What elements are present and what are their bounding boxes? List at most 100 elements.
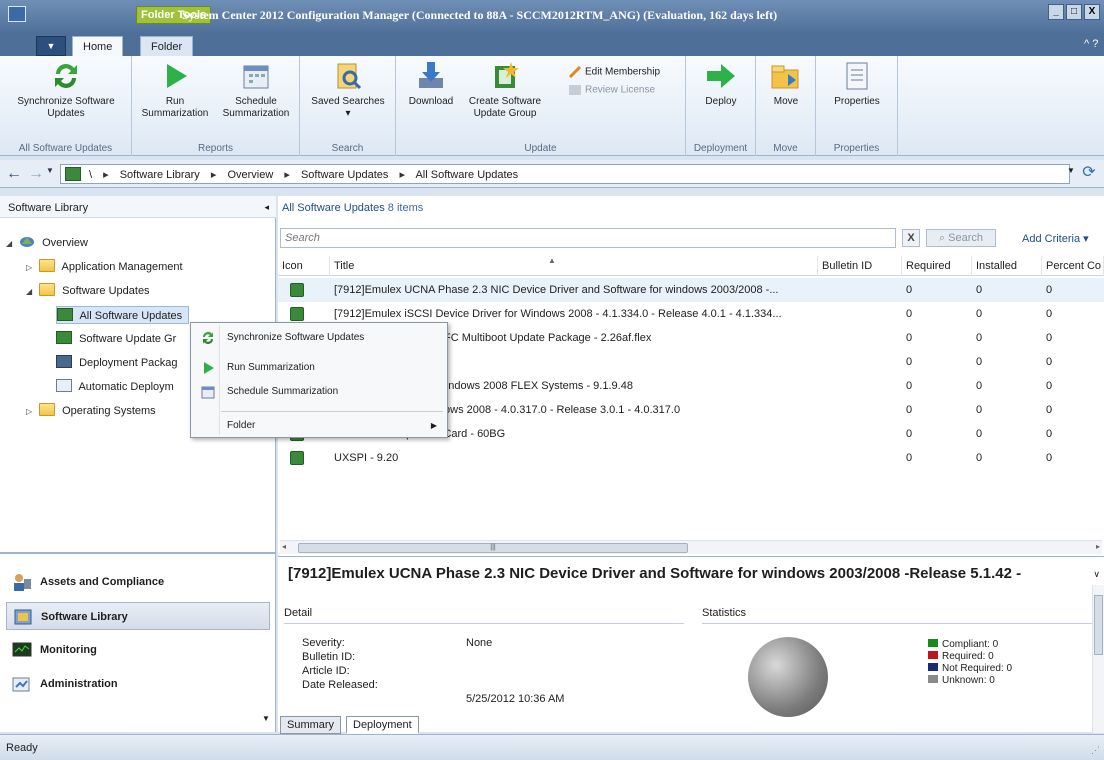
workspace-splitter[interactable]	[0, 552, 276, 554]
search-input[interactable]	[280, 228, 896, 248]
sort-ascending-icon: ▲	[548, 256, 556, 265]
minimize-button[interactable]: _	[1048, 4, 1064, 20]
license-icon	[569, 85, 581, 95]
deploy-button[interactable]: Deploy	[692, 60, 750, 108]
tree-node-application-management[interactable]: ▷ Application Management	[26, 258, 183, 276]
bulletin-id-cell	[818, 326, 902, 350]
scroll-right-icon[interactable]: ▸	[1096, 542, 1100, 551]
scrollbar-thumb[interactable]: |||	[298, 543, 688, 553]
edit-membership-button[interactable]: Edit Membership	[568, 66, 660, 78]
group-label: All Software Updates	[18, 143, 113, 154]
tab-summary[interactable]: Summary	[280, 716, 342, 734]
collapse-pane-icon[interactable]: ◂	[264, 202, 269, 213]
tree-node-software-update-groups[interactable]: Software Update Gr	[56, 330, 176, 348]
table-row[interactable]: [7912]Emulex UCNA Phase 2.3 NIC Device D…	[278, 278, 1104, 302]
breadcrumb-separator-icon[interactable]: ▸	[399, 169, 405, 181]
required-cell: 0	[906, 356, 913, 368]
app-icon[interactable]	[8, 6, 26, 22]
column-header-required[interactable]: Required	[902, 256, 972, 276]
schedule-summarization-button[interactable]: Schedule Summarization	[216, 60, 296, 120]
history-dropdown-icon[interactable]: ▼	[46, 166, 54, 175]
expanded-triangle-icon[interactable]: ◢	[26, 283, 36, 301]
menu-item-folder[interactable]: Folder ▶	[193, 415, 445, 437]
scrollbar-thumb[interactable]	[1094, 595, 1103, 655]
bulletin-id-cell	[818, 374, 902, 398]
download-button[interactable]: Download	[402, 60, 460, 108]
tab-deployment[interactable]: Deployment	[346, 716, 419, 734]
refresh-icon[interactable]: ⟳	[1080, 164, 1098, 182]
scroll-left-icon[interactable]: ◂	[282, 542, 286, 551]
submenu-arrow-icon: ▶	[430, 421, 437, 430]
update-icon-cell	[278, 278, 330, 302]
column-header-title[interactable]: Title	[330, 256, 818, 276]
details-vertical-scrollbar[interactable]	[1092, 585, 1104, 733]
menu-item-schedule-summarization[interactable]: Schedule Summarization	[193, 381, 445, 403]
back-arrow-icon[interactable]: ←	[4, 164, 24, 184]
move-button[interactable]: Move	[762, 60, 810, 108]
horizontal-scrollbar[interactable]: ◂ ||| ▸	[280, 540, 1102, 554]
chevron-down-icon[interactable]: ∨	[1093, 569, 1100, 580]
tab-folder[interactable]: Folder	[140, 36, 194, 56]
group-label: Move	[773, 143, 798, 154]
tree-node-automatic-deployment-rules[interactable]: Automatic Deploym	[56, 378, 174, 396]
search-button[interactable]: ⌕ Search	[926, 229, 996, 247]
folder-icon	[39, 283, 56, 296]
workspace-assets-and-compliance[interactable]: Assets and Compliance	[6, 568, 270, 596]
date-released-value: 5/25/2012 10:36 AM	[466, 693, 565, 705]
required-cell: 0	[906, 452, 913, 464]
clear-search-button[interactable]: X	[902, 229, 920, 247]
breadcrumb-software-library[interactable]: Software Library	[120, 169, 200, 181]
bulletin-id-cell	[818, 422, 902, 446]
collapsed-triangle-icon[interactable]: ▷	[26, 259, 36, 277]
forward-arrow-icon[interactable]: →	[26, 164, 46, 184]
breadcrumb-all-software-updates[interactable]: All Software Updates	[415, 169, 518, 181]
tab-home[interactable]: Home	[72, 36, 124, 56]
tree-node-overview[interactable]: ◢ Overview	[6, 234, 88, 252]
saved-searches-button[interactable]: Saved Searches ▾	[308, 60, 388, 120]
table-row[interactable]: UXSPI - 9.20 0 0 0	[278, 446, 1104, 470]
address-dropdown-icon[interactable]: ▼	[1064, 166, 1078, 180]
percent-compliant-cell: 0	[1046, 332, 1053, 344]
workspace-monitoring[interactable]: Monitoring	[6, 636, 270, 664]
menu-item-run-summarization[interactable]: Run Summarization	[193, 357, 445, 379]
list-header: All Software Updates 8 items	[278, 196, 1104, 218]
column-header-percent-compliant[interactable]: Percent Co	[1042, 256, 1104, 276]
run-icon	[167, 64, 187, 88]
scroll-down-icon[interactable]: ▼	[262, 714, 270, 723]
breadcrumb-separator-icon[interactable]: ▸	[284, 169, 290, 181]
tree-node-deployment-packages[interactable]: Deployment Packag	[56, 354, 178, 372]
add-criteria-button[interactable]: Add Criteria ▾	[1022, 232, 1089, 245]
workspace-administration[interactable]: Administration	[6, 670, 270, 698]
column-header-icon[interactable]: Icon	[278, 256, 330, 276]
create-group-icon	[495, 62, 519, 88]
breadcrumb-overview[interactable]: Overview	[227, 169, 273, 181]
breadcrumb-separator-icon[interactable]: ▸	[211, 169, 217, 181]
breadcrumb-root[interactable]: \	[89, 169, 92, 181]
required-cell: 0	[906, 380, 913, 392]
percent-compliant-cell: 0	[1046, 284, 1053, 296]
workspace-software-library[interactable]: Software Library	[6, 602, 270, 630]
tree-node-operating-systems[interactable]: ▷ Operating Systems	[26, 402, 156, 420]
help-icon[interactable]: ^ ?	[1084, 38, 1100, 52]
create-software-update-group-button[interactable]: Create Software Update Group	[460, 60, 550, 120]
column-header-bulletin-id[interactable]: Bulletin ID	[818, 256, 902, 276]
resize-grip-icon[interactable]: ⋰	[1091, 745, 1100, 756]
review-license-button[interactable]: Review License	[568, 84, 655, 96]
maximize-button[interactable]: □	[1066, 4, 1082, 20]
run-summarization-button[interactable]: Run Summarization	[136, 60, 214, 120]
tree-node-software-updates[interactable]: ◢ Software Updates	[26, 282, 150, 300]
properties-button[interactable]: Properties	[824, 60, 890, 108]
synchronize-software-updates-button[interactable]: Synchronize Software Updates	[10, 60, 122, 120]
application-menu-button[interactable]: ▼	[36, 36, 66, 56]
close-button[interactable]: X	[1084, 4, 1100, 20]
tree-node-all-software-updates[interactable]: All Software Updates	[56, 306, 190, 324]
collapsed-triangle-icon[interactable]: ▷	[26, 403, 36, 421]
legend-swatch	[928, 651, 938, 659]
menu-item-synchronize-software-updates[interactable]: Synchronize Software Updates	[193, 327, 445, 349]
installed-cell: 0	[976, 356, 983, 368]
column-header-installed[interactable]: Installed	[972, 256, 1042, 276]
software-update-icon	[290, 451, 304, 465]
breadcrumb-separator-icon[interactable]: ▸	[103, 169, 109, 181]
expanded-triangle-icon[interactable]: ◢	[6, 235, 16, 253]
breadcrumb-software-updates[interactable]: Software Updates	[301, 169, 388, 181]
